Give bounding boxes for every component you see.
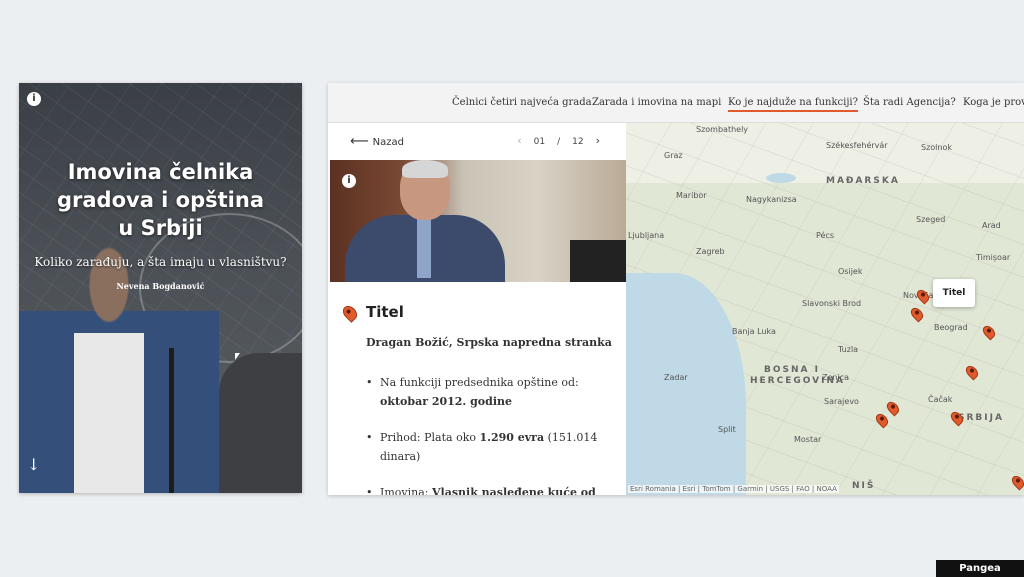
info-icon[interactable]: i [27,92,41,106]
map-label: Zadar [664,373,688,382]
cover-photo-shirt [74,333,144,493]
map-label: Nagykanizsa [746,195,797,204]
map-label: Szombathely [696,125,749,134]
pangea-showcase-badge: Pangea Showcase [936,560,1024,577]
map-tooltip: Titel [933,279,975,307]
map-label: Timișoar [976,253,1011,262]
nav-item-celnici[interactable]: Čelnici četiri najveća grada [452,97,592,108]
map-label: Maribor [676,191,707,200]
cover-photo-microphone [169,348,174,493]
back-label: Nazad [372,137,404,148]
cover-photo-second-person [219,353,302,493]
map-pin-icon [340,303,360,323]
chevron-left-icon[interactable]: ‹ [517,134,521,147]
map-label: Zagreb [696,247,725,256]
scroll-down-icon[interactable]: ↓ [27,455,40,474]
map-label: SRBIJA [958,413,1004,423]
info-icon[interactable]: i [342,174,356,188]
list-item: Prihod: Plata oko 1.290 evra (151.014 di… [366,428,616,466]
story-map-frame: Čelnici četiri najveća grada Zarada i im… [328,83,1024,495]
map-lake [766,173,796,183]
map-label: Banja Luka [732,327,776,336]
list-item: Imovina: Vlasnik nasleđene kuće od [366,483,616,495]
pager: ‹ 01 / 12 › [511,134,606,147]
cover-subtitle: Koliko zarađuju, a šta imaju u vlasništv… [34,255,287,269]
nav-item-agencija[interactable]: Šta radi Agencija? [863,97,956,108]
map-label: Szolnok [921,143,952,152]
map-label: Ljubljana [628,231,665,240]
map-label: NIŠ [852,481,876,491]
mouse-cursor-icon [235,353,240,360]
map-label: Zenica [822,373,849,382]
map-label: Mostar [794,435,822,444]
map-label: Szeged [916,215,946,224]
story-cover[interactable]: i Imovina čelnika gradova i opština u Sr… [19,83,302,493]
photo-monitor [570,240,626,282]
map-label: Sarajevo [824,397,859,406]
map-attribution: Esri Romania | Esri | TomTom | Garmin | … [628,485,839,493]
map-label: Čačak [928,395,953,404]
map-label: MAĐARSKA [826,176,900,186]
map-label: Beograd [934,323,968,332]
side-panel: ⟵ Nazad ‹ 01 / 12 › i Titel Dragan Božić, Srp… [328,123,626,495]
cover-title: Imovina čelnika gradova i opština u Srbi… [56,160,265,240]
map-label: Osijek [838,267,863,276]
place-title: Titel [366,303,404,321]
top-navigation: Čelnici četiri najveća grada Zarada i im… [328,83,1024,123]
map-view[interactable]: Szombathely Graz Székesfehérvár Szolnok … [626,123,1024,495]
arrow-left-icon: ⟵ [350,134,369,149]
nav-item-najduze[interactable]: Ko je najduže na funkciji? [728,97,858,112]
official-photo: i [330,160,626,282]
panel-header: ⟵ Nazad ‹ 01 / 12 › [328,123,626,160]
map-label: Split [718,425,736,434]
photo-tie [417,218,431,278]
photo-hair [402,160,448,178]
map-label: Tuzla [838,345,859,354]
list-item: Na funkciji predsednika opštine od: okto… [366,373,616,411]
pager-current: 01 [533,137,546,147]
map-label: Graz [664,151,683,160]
nav-item-provera[interactable]: Koga je prove [963,97,1024,108]
map-label: Arad [982,221,1001,230]
pager-total: 12 [572,137,584,147]
map-label: Slavonski Brod [802,299,862,308]
cover-author: Nevena Bogdanović [116,281,205,291]
map-label: BOSNA I [764,365,820,375]
facts-list: Na funkciji predsednika opštine od: okto… [366,373,616,495]
official-name: Dragan Božić, Srpska napredna stranka [366,336,612,349]
nav-item-zarada[interactable]: Zarada i imovina na mapi [592,97,721,108]
back-button[interactable]: ⟵ Nazad [350,134,404,149]
chevron-right-icon[interactable]: › [596,134,600,147]
map-label: Pécs [816,231,835,240]
pager-separator: / [557,137,561,147]
map-label: Székesfehérvár [826,141,888,150]
